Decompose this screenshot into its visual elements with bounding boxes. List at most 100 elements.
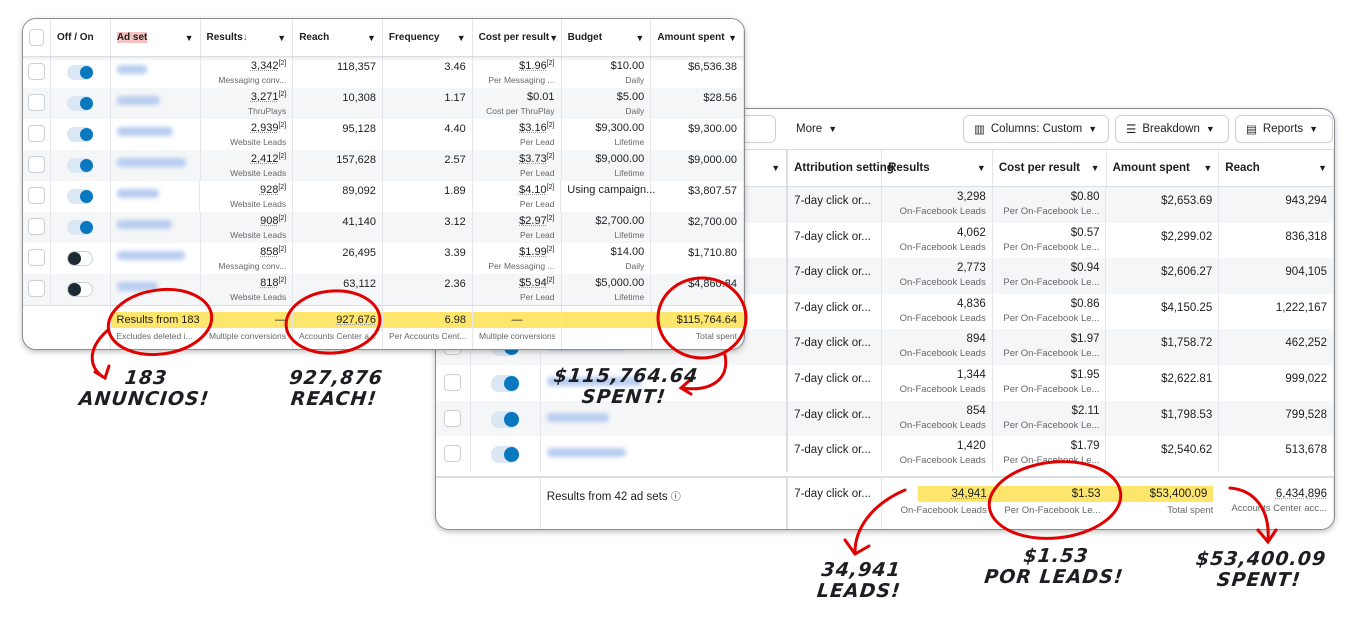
results-value[interactable]: 908 [260, 215, 278, 227]
toggle-switch[interactable] [67, 251, 94, 266]
results-value: 4,062 [956, 226, 986, 239]
toggle-switch[interactable] [491, 446, 520, 464]
caret-down-icon[interactable]: ▼ [457, 33, 466, 43]
ad-set-name-link[interactable] [116, 127, 173, 136]
ad-set-name-link[interactable] [546, 448, 626, 458]
toggle-switch[interactable] [67, 158, 94, 173]
table-row[interactable]: 3,271[2] ThruPlays 10,308 1.17 $0.01 Cost per… [23, 88, 744, 119]
header-label: Reach [1225, 162, 1260, 174]
row-checkbox[interactable] [27, 218, 45, 235]
cost-value[interactable]: $1.99 [519, 246, 547, 258]
footer-label-cell: Results from 183 Excludes deleted i... [110, 306, 201, 349]
columns-button[interactable]: ▥ Columns: Custom ▼ [963, 115, 1109, 143]
results-value[interactable]: 2,939 [251, 122, 279, 134]
cost-value[interactable]: $1.96 [519, 60, 547, 72]
table-row[interactable]: 908[2] Website Leads 41,140 3.12 $2.97[2] Per… [23, 212, 744, 243]
table-row[interactable]: 7-day click or... 1,420 On-Facebook Leads $… [436, 436, 1334, 472]
caret-down-icon[interactable]: ▼ [1318, 163, 1327, 173]
ad-set-name-link[interactable] [116, 96, 160, 105]
toggle-switch[interactable] [67, 127, 94, 142]
caret-down-icon[interactable]: ▼ [367, 33, 376, 43]
caret-down-icon[interactable]: ▼ [549, 33, 558, 43]
cost-value[interactable]: $5.94 [519, 277, 547, 289]
row-checkbox[interactable] [444, 445, 462, 463]
attribution-value: 7-day click or... [794, 301, 871, 314]
info-icon[interactable]: ⓘ [671, 492, 681, 503]
ad-set-name-link[interactable] [116, 220, 172, 229]
reach-cell: 157,628 [293, 150, 383, 181]
row-checkbox[interactable] [27, 280, 45, 297]
caret-down-icon[interactable]: ▼ [771, 163, 780, 173]
row-checkbox[interactable] [444, 374, 462, 391]
ad-set-name-link[interactable] [116, 189, 159, 198]
caret-down-icon[interactable]: ▼ [185, 33, 194, 43]
caret-down-icon[interactable]: ▼ [728, 33, 737, 43]
cell-subtext: Per On-Facebook Le... [1003, 241, 1100, 253]
ad-set-name-link[interactable] [116, 65, 147, 74]
header-label: Frequency [388, 32, 440, 43]
cost-value[interactable]: $3.16 [519, 122, 547, 134]
toggle-switch[interactable] [491, 375, 520, 392]
footnote-marker: [2] [546, 184, 555, 191]
cell-subtext: Total spent [1167, 505, 1214, 516]
sort-arrow-down-icon[interactable]: ↓ [243, 32, 248, 43]
results-value[interactable]: 2,412 [251, 153, 279, 165]
results-value[interactable]: 3,271 [251, 91, 279, 103]
caret-down-icon[interactable]: ▼ [1091, 163, 1100, 173]
results-value[interactable]: 818 [260, 277, 278, 289]
table-row[interactable]: 928[2] Website Leads 89,092 1.89 $4.10[2] Per… [23, 181, 744, 212]
footnote-marker: [2] [546, 215, 555, 222]
frequency-value: 2.36 [444, 278, 466, 290]
table-row[interactable]: 818[2] Website Leads 63,112 2.36 $5.94[2] Per… [23, 274, 744, 305]
cost-cell: $0.57 Per On-Facebook Le... [993, 222, 1107, 259]
cell-subtext: Per Lead [520, 230, 555, 240]
caret-down-icon[interactable]: ▼ [635, 33, 644, 43]
row-checkbox[interactable] [27, 94, 45, 111]
toggle-switch[interactable] [67, 65, 94, 80]
row-checkbox[interactable] [27, 187, 45, 204]
results-value[interactable]: 3,342 [251, 60, 279, 72]
ad-set-name-link[interactable] [546, 412, 609, 422]
table-row[interactable]: 858[2] Messaging conv... 26,495 3.39 $1.99[2… [23, 243, 744, 274]
caret-down-icon[interactable]: ▼ [977, 163, 986, 173]
cell-subtext: Messaging conv... [218, 75, 287, 85]
results-value[interactable]: 928 [260, 184, 278, 196]
toggle-switch[interactable] [67, 189, 94, 204]
footer-results-cell: — Multiple conversions [200, 306, 293, 349]
toggle-switch[interactable] [67, 96, 94, 111]
header-amount-spent: Amount spent ▼ [651, 19, 744, 56]
row-checkbox[interactable] [27, 156, 45, 173]
header-label: Cost per result [478, 32, 550, 43]
ad-set-name-link[interactable] [116, 158, 186, 167]
ad-set-name-link[interactable] [116, 251, 185, 260]
cost-value[interactable]: $2.97 [519, 215, 547, 227]
table-row[interactable]: 3,342[2] Messaging conv... 118,357 3.46 $1.9… [23, 57, 744, 88]
toggle-switch[interactable] [67, 282, 94, 297]
toggle-switch[interactable] [491, 410, 520, 428]
cost-value[interactable]: $4.10 [519, 184, 547, 196]
more-button[interactable]: More ▼ [786, 115, 848, 143]
amount-spent-cell: $1,710.80 [651, 243, 744, 274]
ad-set-name-link[interactable] [116, 282, 158, 291]
row-checkbox[interactable] [444, 409, 462, 427]
toggle-switch[interactable] [67, 220, 94, 235]
table-row[interactable]: 2,412[2] Website Leads 157,628 2.57 $3.73[2]… [23, 150, 744, 181]
cell-subtext: Lifetime [614, 230, 645, 240]
breakdown-button[interactable]: ☰ Breakdown ▼ [1115, 115, 1229, 143]
select-all-checkbox[interactable] [29, 29, 44, 46]
amount-spent-value: $2,653.69 [1161, 195, 1213, 207]
row-checkbox[interactable] [27, 63, 45, 80]
reports-button[interactable]: ▤ Reports ▼ [1235, 115, 1333, 143]
row-checkbox[interactable] [27, 249, 45, 266]
reports-icon: ▤ [1246, 124, 1257, 136]
amount-spent-cell: $2,540.62 [1106, 436, 1220, 472]
caret-down-icon[interactable]: ▼ [1203, 163, 1212, 173]
cost-value[interactable]: $3.73 [519, 153, 547, 165]
caret-down-icon[interactable]: ▼ [277, 33, 286, 43]
reach-cell: 63,112 [293, 274, 383, 305]
results-value[interactable]: 858 [260, 246, 278, 258]
row-checkbox[interactable] [27, 125, 45, 142]
cost-value[interactable]: $0.01 [527, 91, 555, 103]
table-row[interactable]: 2,939[2] Website Leads 95,128 4.40 $3.16[2] P… [23, 119, 744, 150]
cost-cell: $3.16[2] Per Lead [473, 119, 562, 150]
